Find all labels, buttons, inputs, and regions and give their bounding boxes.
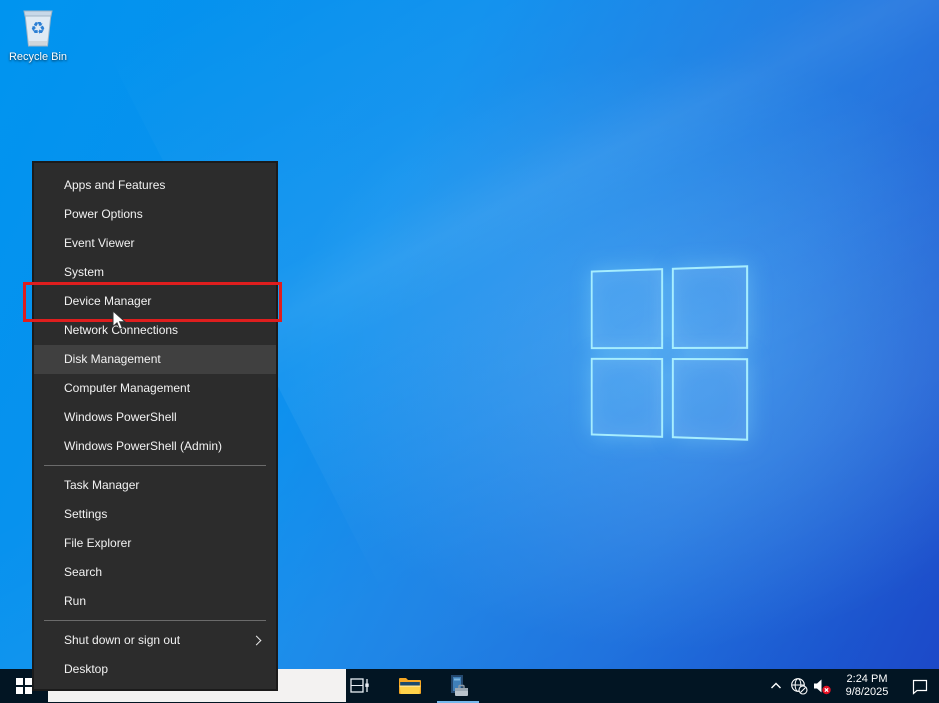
taskbar-clock[interactable]: 2:24 PM 9/8/2025 xyxy=(837,673,897,699)
submenu-chevron-icon xyxy=(252,636,262,646)
menu-item-event-viewer[interactable]: Event Viewer xyxy=(34,229,276,258)
task-view-icon xyxy=(349,676,371,696)
task-view-button[interactable] xyxy=(338,669,382,703)
logo-pane xyxy=(591,357,663,437)
menu-item-label: Event Viewer xyxy=(64,230,134,257)
menu-item-settings[interactable]: Settings xyxy=(34,500,276,529)
menu-item-shut-down-or-sign-out[interactable]: Shut down or sign out xyxy=(34,626,276,655)
menu-item-label: System xyxy=(64,259,104,286)
recycle-bin-icon: ♻ xyxy=(18,7,58,49)
menu-item-system[interactable]: System xyxy=(34,258,276,287)
menu-item-label: Windows PowerShell xyxy=(64,404,177,431)
menu-item-device-manager[interactable]: Device Manager xyxy=(34,287,276,316)
winx-menu: Apps and FeaturesPower OptionsEvent View… xyxy=(32,161,278,691)
recycle-bin-desktop-icon[interactable]: ♻ Recycle Bin xyxy=(8,7,68,63)
action-center-button[interactable] xyxy=(901,669,939,703)
menu-item-label: Settings xyxy=(64,501,107,528)
menu-item-label: Run xyxy=(64,588,86,615)
server-manager-icon xyxy=(445,674,471,698)
menu-item-label: Shut down or sign out xyxy=(64,627,180,654)
hidden-icons-chevron[interactable] xyxy=(764,669,787,703)
menu-item-network-connections[interactable]: Network Connections xyxy=(34,316,276,345)
menu-separator xyxy=(34,461,276,471)
logo-pane xyxy=(671,358,748,441)
menu-item-apps-and-features[interactable]: Apps and Features xyxy=(34,171,276,200)
volume-icon[interactable] xyxy=(810,669,833,703)
menu-item-label: Task Manager xyxy=(64,472,139,499)
svg-text:♻: ♻ xyxy=(30,19,45,39)
menu-item-label: Network Connections xyxy=(64,317,178,344)
file-explorer-icon xyxy=(398,676,422,696)
menu-item-label: Computer Management xyxy=(64,375,190,402)
windows-start-icon xyxy=(16,678,32,694)
menu-item-label: Desktop xyxy=(64,656,108,683)
menu-item-label: Power Options xyxy=(64,201,143,228)
menu-item-computer-management[interactable]: Computer Management xyxy=(34,374,276,403)
globe-no-internet-icon xyxy=(790,677,808,695)
menu-item-search[interactable]: Search xyxy=(34,558,276,587)
server-manager-button[interactable] xyxy=(434,669,482,703)
logo-pane xyxy=(591,268,663,348)
system-tray: 2:24 PM 9/8/2025 xyxy=(764,669,939,703)
chevron-up-icon xyxy=(770,682,782,690)
network-status-icon[interactable] xyxy=(787,669,810,703)
logo-pane xyxy=(671,265,748,348)
menu-item-file-explorer[interactable]: File Explorer xyxy=(34,529,276,558)
menu-item-label: File Explorer xyxy=(64,530,131,557)
menu-item-label: Windows PowerShell (Admin) xyxy=(64,433,222,460)
action-center-icon xyxy=(911,678,929,695)
clock-date: 9/8/2025 xyxy=(837,686,897,699)
windows-wallpaper-logo xyxy=(591,265,748,441)
desktop: ♻ Recycle Bin xyxy=(0,0,939,703)
menu-item-power-options[interactable]: Power Options xyxy=(34,200,276,229)
menu-item-label: Device Manager xyxy=(64,288,151,315)
menu-item-task-manager[interactable]: Task Manager xyxy=(34,471,276,500)
clock-time: 2:24 PM xyxy=(837,673,897,686)
menu-item-label: Disk Management xyxy=(64,346,161,373)
recycle-bin-label: Recycle Bin xyxy=(8,51,68,63)
winx-menu-items: Apps and FeaturesPower OptionsEvent View… xyxy=(34,171,276,684)
menu-item-run[interactable]: Run xyxy=(34,587,276,616)
menu-item-label: Search xyxy=(64,559,102,586)
menu-item-disk-management[interactable]: Disk Management xyxy=(34,345,276,374)
menu-item-label: Apps and Features xyxy=(64,172,165,199)
file-explorer-button[interactable] xyxy=(388,669,432,703)
volume-muted-icon xyxy=(812,677,832,695)
menu-item-windows-powershell[interactable]: Windows PowerShell xyxy=(34,403,276,432)
menu-item-windows-powershell-admin[interactable]: Windows PowerShell (Admin) xyxy=(34,432,276,461)
menu-separator xyxy=(34,616,276,626)
menu-item-desktop[interactable]: Desktop xyxy=(34,655,276,684)
